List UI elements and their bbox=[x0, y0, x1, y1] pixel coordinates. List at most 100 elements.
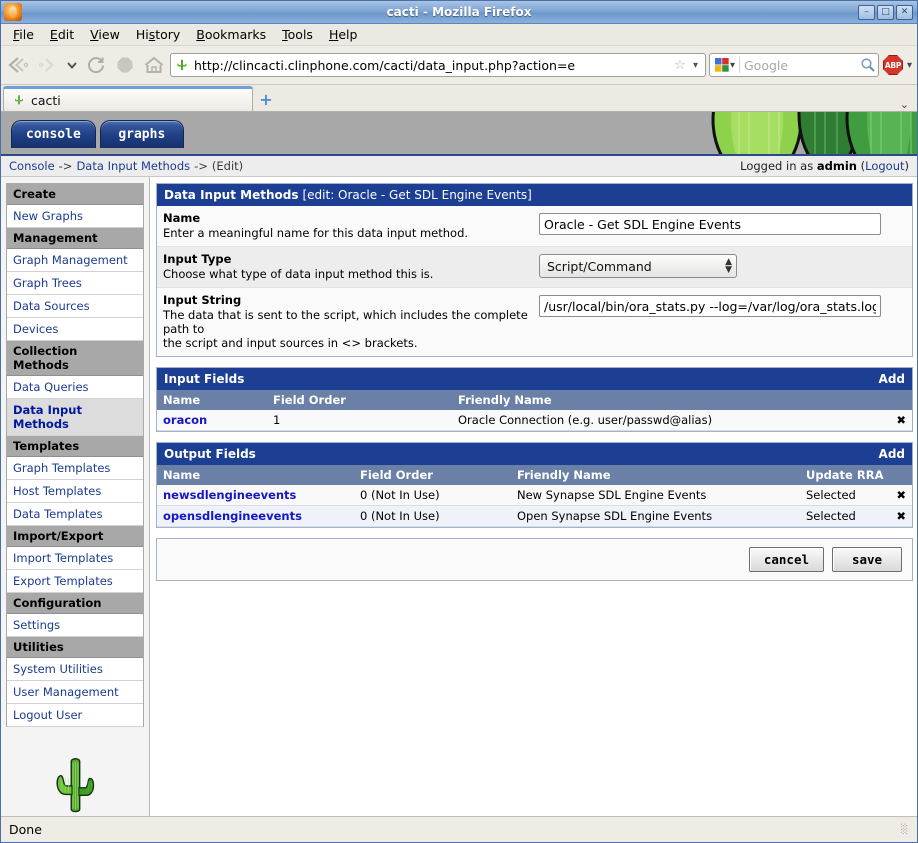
stop-icon[interactable] bbox=[112, 52, 138, 78]
input-fields-col-name: Name bbox=[157, 390, 267, 410]
input-fields-header-row: Name Field Order Friendly Name bbox=[157, 390, 912, 410]
output-field-link-opensdlengineevents[interactable]: opensdlengineevents bbox=[163, 509, 302, 523]
input-fields-col-field-order: Field Order bbox=[267, 390, 452, 410]
input-field-link-oracon[interactable]: oracon bbox=[163, 413, 207, 427]
breadcrumb-data-input-methods[interactable]: Data Input Methods bbox=[76, 159, 190, 173]
resize-grip-icon[interactable]: ░ bbox=[901, 825, 909, 835]
back-icon[interactable] bbox=[6, 52, 32, 78]
sidebar-item-data-templates[interactable]: Data Templates bbox=[7, 503, 143, 526]
sidebar-item-new-graphs[interactable]: New Graphs bbox=[7, 205, 143, 228]
sidebar-nav: Create New Graphs Management Graph Manag… bbox=[6, 183, 144, 727]
input-fields-col-friendly-name: Friendly Name bbox=[452, 390, 890, 410]
reload-icon[interactable] bbox=[83, 52, 109, 78]
desc-name: Enter a meaningful name for this data in… bbox=[163, 226, 469, 240]
desc-input-string-line1: The data that is sent to the script, whi… bbox=[163, 308, 528, 336]
url-text[interactable]: http://clincacti.clinphone.com/cacti/dat… bbox=[194, 58, 672, 73]
sidebar-item-data-input-methods[interactable]: Data Input Methods bbox=[7, 399, 143, 436]
history-dropdown-icon[interactable] bbox=[64, 52, 80, 78]
desc-input-string-line2: the script and input sources in <> brack… bbox=[163, 336, 418, 350]
sidebar-header-utilities: Utilities bbox=[7, 637, 143, 658]
name-input[interactable] bbox=[539, 213, 881, 235]
search-icon[interactable] bbox=[860, 57, 876, 73]
list-all-tabs-icon[interactable]: ⌄ bbox=[900, 98, 917, 111]
new-tab-button[interactable]: + bbox=[253, 87, 279, 111]
output-field-delete-icon[interactable]: ✖ bbox=[890, 505, 912, 527]
url-bar[interactable]: http://clincacti.clinphone.com/cacti/dat… bbox=[170, 53, 706, 77]
table-row[interactable]: newsdlengineevents 0 (Not In Use) New Sy… bbox=[157, 485, 912, 506]
adblock-dropdown-icon[interactable]: ▾ bbox=[907, 60, 912, 71]
output-fields-col-friendly-name: Friendly Name bbox=[511, 465, 800, 485]
search-bar[interactable]: ▾ Google bbox=[708, 53, 879, 77]
browser-tab-label: cacti bbox=[31, 92, 61, 108]
menu-file[interactable]: FFileile bbox=[5, 25, 42, 44]
sidebar-item-data-sources[interactable]: Data Sources bbox=[7, 295, 143, 318]
sidebar-item-devices[interactable]: Devices bbox=[7, 318, 143, 341]
login-paren-close: ) bbox=[904, 159, 910, 173]
input-string-input[interactable] bbox=[539, 295, 881, 317]
table-row[interactable]: oracon 1 Oracle Connection (e.g. user/pa… bbox=[157, 410, 912, 431]
output-fields-col-field-order: Field Order bbox=[354, 465, 511, 485]
sidebar-item-data-queries[interactable]: Data Queries bbox=[7, 376, 143, 399]
form-label-input-type: Input Type Choose what type of data inpu… bbox=[163, 252, 531, 281]
sidebar-header-collection-methods: Collection Methods bbox=[7, 341, 143, 376]
login-username: admin bbox=[816, 159, 857, 173]
menu-help[interactable]: Help bbox=[321, 25, 366, 44]
cacti-tab-bar: console graphs bbox=[11, 120, 184, 148]
output-field-delete-icon[interactable]: ✖ bbox=[890, 485, 912, 506]
url-dropdown-icon[interactable]: ▾ bbox=[688, 60, 703, 71]
breadcrumb-sep-2: -> bbox=[194, 159, 208, 173]
output-fields-title: Output Fields Add bbox=[157, 443, 912, 465]
table-row[interactable]: opensdlengineevents 0 (Not In Use) Open … bbox=[157, 505, 912, 527]
breadcrumb-bar: Console -> Data Input Methods -> (Edit) … bbox=[1, 156, 917, 177]
form-control-input-type: Script/Command ▲ ▼ bbox=[539, 252, 906, 278]
cacti-tab-console[interactable]: console bbox=[11, 120, 96, 148]
breadcrumb-console[interactable]: Console bbox=[9, 159, 55, 173]
cacti-tab-graphs[interactable]: graphs bbox=[99, 120, 184, 148]
sidebar-header-create: Create bbox=[7, 184, 143, 205]
sidebar-item-host-templates[interactable]: Host Templates bbox=[7, 480, 143, 503]
output-fields-table: Name Field Order Friendly Name Update RR… bbox=[157, 465, 912, 527]
sidebar-item-graph-trees[interactable]: Graph Trees bbox=[7, 272, 143, 295]
cancel-button[interactable]: cancel bbox=[748, 547, 824, 572]
sidebar-item-logout-user[interactable]: Logout User bbox=[7, 704, 143, 727]
main-content: Data Input Methods [edit: Oracle - Get S… bbox=[150, 177, 917, 816]
menu-bookmarks[interactable]: Bookmarks bbox=[188, 25, 274, 44]
save-button[interactable]: save bbox=[832, 547, 902, 572]
cacti-favicon bbox=[177, 59, 187, 70]
sidebar-item-system-utilities[interactable]: System Utilities bbox=[7, 658, 143, 681]
menu-view[interactable]: View bbox=[82, 25, 128, 44]
browser-tab-cacti[interactable]: cacti bbox=[3, 86, 253, 111]
logout-link[interactable]: Logout bbox=[865, 159, 904, 173]
sidebar-item-graph-templates[interactable]: Graph Templates bbox=[7, 457, 143, 480]
adblock-plus-icon[interactable]: ABP bbox=[882, 54, 904, 76]
forward-icon[interactable] bbox=[35, 52, 61, 78]
sidebar-item-import-templates[interactable]: Import Templates bbox=[7, 547, 143, 570]
home-icon[interactable] bbox=[141, 52, 167, 78]
input-type-selected-value: Script/Command bbox=[547, 258, 652, 274]
minimize-button[interactable]: – bbox=[858, 4, 875, 20]
cacti-banner: console graphs bbox=[1, 112, 917, 156]
input-field-name-cell: oracon bbox=[157, 410, 267, 431]
menu-tools[interactable]: Tools bbox=[274, 25, 321, 44]
form-control-name bbox=[539, 211, 906, 235]
breadcrumb-current: (Edit) bbox=[211, 159, 244, 173]
sidebar-item-user-management[interactable]: User Management bbox=[7, 681, 143, 704]
menu-edit[interactable]: Edit bbox=[42, 25, 82, 44]
bookmark-star-icon[interactable]: ☆ bbox=[672, 58, 688, 73]
search-input[interactable]: Google bbox=[744, 58, 860, 73]
menu-history[interactable]: History bbox=[128, 25, 188, 44]
close-button[interactable]: ✕ bbox=[896, 4, 913, 20]
input-fields-add-link[interactable]: Add bbox=[879, 372, 905, 386]
input-type-select[interactable]: Script/Command ▲ ▼ bbox=[539, 254, 737, 278]
input-field-delete-icon[interactable]: ✖ bbox=[890, 410, 912, 431]
output-field-link-newsdlengineevents[interactable]: newsdlengineevents bbox=[163, 488, 296, 502]
search-engine-dropdown-icon[interactable]: ▾ bbox=[730, 60, 735, 71]
desc-input-type: Choose what type of data input method th… bbox=[163, 267, 434, 281]
sidebar-item-graph-management[interactable]: Graph Management bbox=[7, 249, 143, 272]
output-fields-add-link[interactable]: Add bbox=[879, 447, 905, 461]
sidebar-item-settings[interactable]: Settings bbox=[7, 614, 143, 637]
maximize-button[interactable]: □ bbox=[877, 4, 894, 20]
sidebar-header-configuration: Configuration bbox=[7, 593, 143, 614]
output-fields-panel: Output Fields Add Name Field Order Frien… bbox=[156, 442, 913, 528]
sidebar-item-export-templates[interactable]: Export Templates bbox=[7, 570, 143, 593]
